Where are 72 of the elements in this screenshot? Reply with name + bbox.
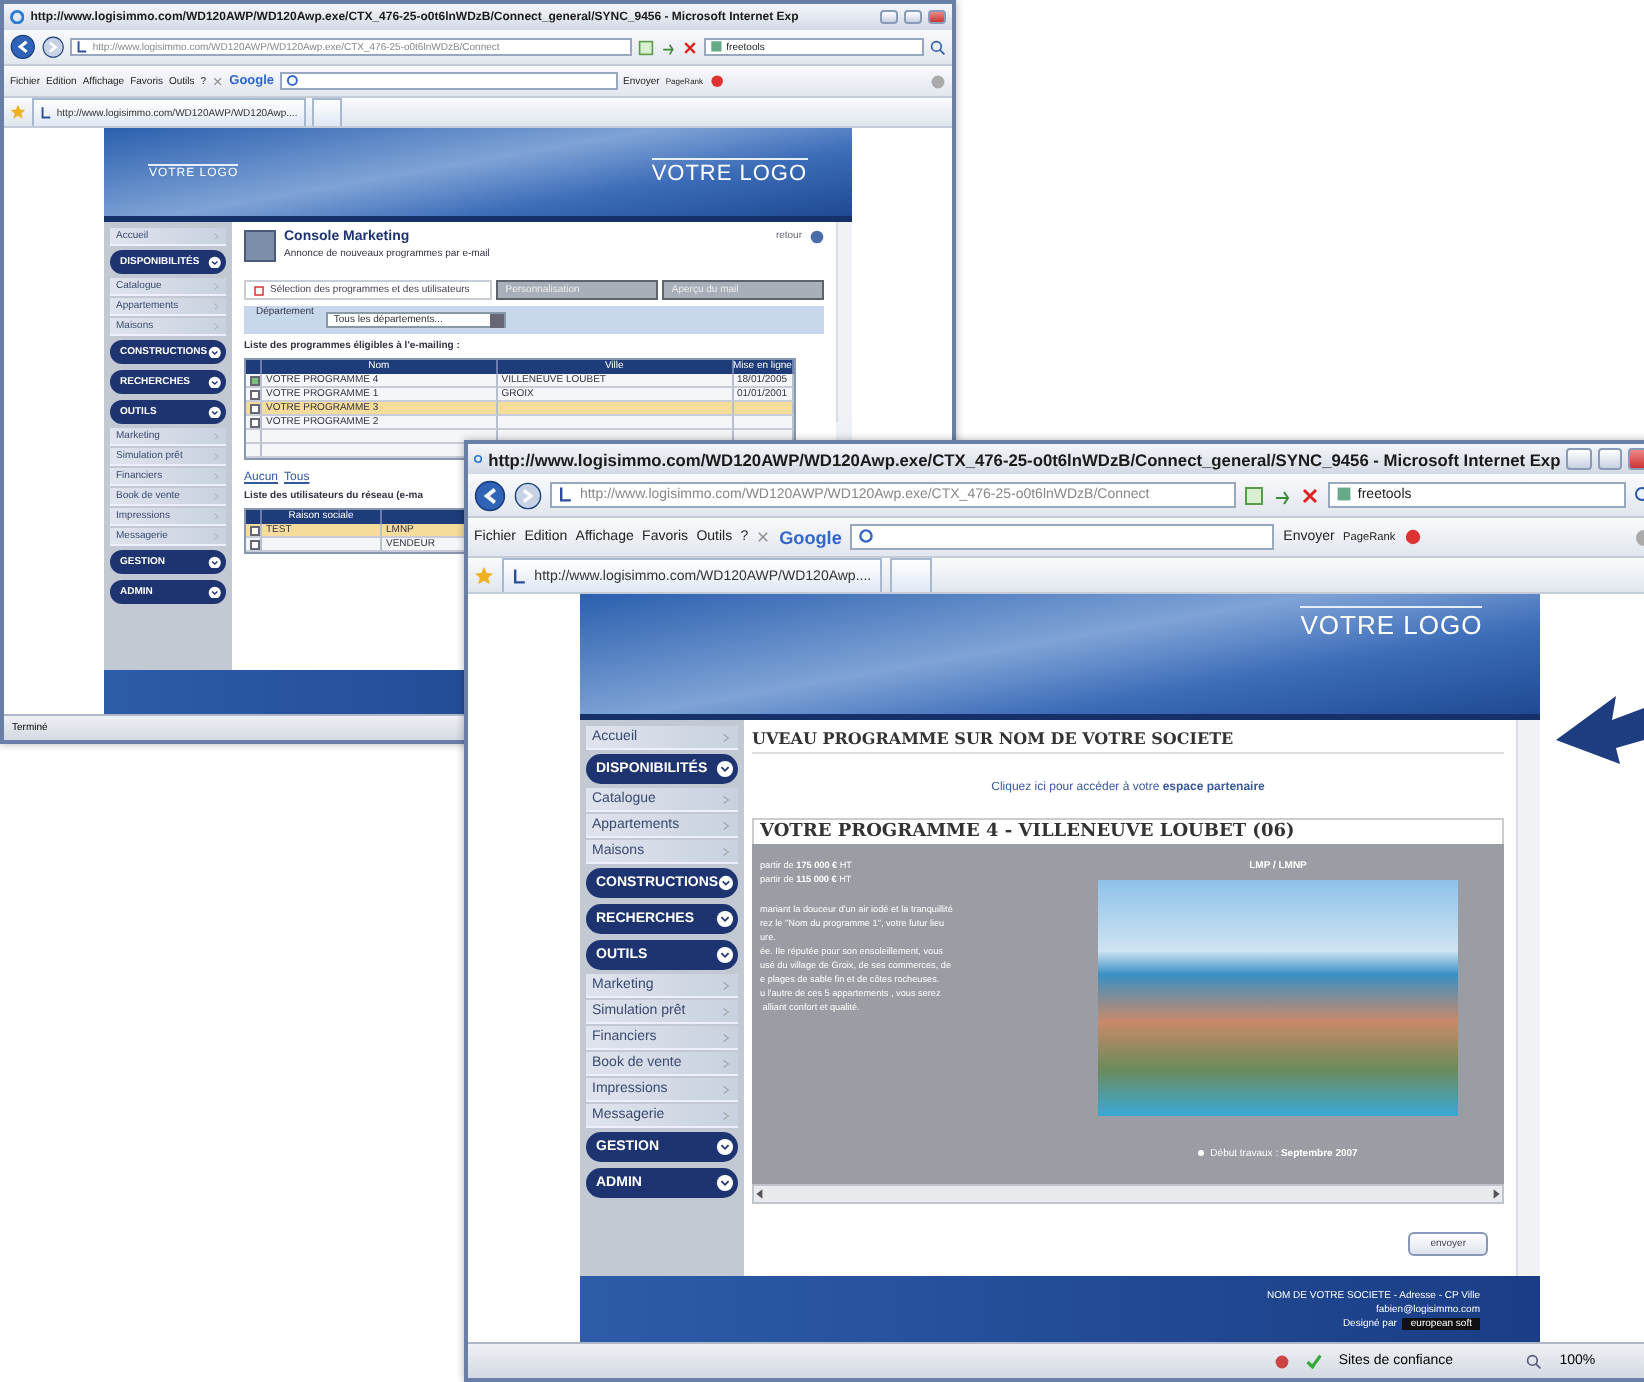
page-icon bbox=[40, 106, 53, 120]
header-cell bbox=[246, 360, 262, 374]
mail-heading: UVEAU PROGRAMME SUR NOM DE VOTRE SOCIETE bbox=[752, 724, 1504, 754]
expand-icon bbox=[208, 555, 222, 569]
expand-icon bbox=[208, 345, 222, 359]
minimize-button[interactable] bbox=[1566, 448, 1592, 470]
google-search-field[interactable] bbox=[850, 523, 1275, 551]
forward-icon[interactable] bbox=[41, 35, 64, 59]
expand-icon bbox=[208, 585, 222, 599]
back-icon[interactable] bbox=[10, 34, 36, 60]
site-logo: VOTRE LOGO bbox=[1300, 606, 1483, 640]
star-icon[interactable] bbox=[10, 104, 26, 120]
checkbox[interactable] bbox=[250, 375, 260, 385]
expand-icon bbox=[718, 874, 734, 892]
expand-icon bbox=[208, 405, 222, 419]
tab-icon bbox=[254, 285, 264, 295]
expand-icon bbox=[208, 375, 222, 389]
dropdown-icon bbox=[489, 313, 504, 327]
expand-icon bbox=[716, 760, 734, 778]
chevron-icon bbox=[720, 1031, 732, 1043]
maximize-button[interactable] bbox=[904, 9, 922, 25]
browser-icon bbox=[10, 9, 25, 25]
expand-icon bbox=[716, 1174, 734, 1192]
check-icon bbox=[1305, 1353, 1322, 1369]
checkbox[interactable] bbox=[250, 539, 260, 549]
checkbox[interactable] bbox=[250, 525, 260, 535]
photo-placeholder bbox=[244, 230, 276, 262]
expand-icon bbox=[716, 910, 734, 928]
chevron-icon bbox=[720, 1083, 732, 1095]
back-icon[interactable] bbox=[474, 479, 506, 511]
page-icon bbox=[75, 40, 89, 54]
close-icon[interactable] bbox=[756, 530, 771, 544]
close-button[interactable] bbox=[928, 9, 946, 25]
chevron-icon bbox=[720, 1109, 732, 1121]
chevron-icon bbox=[720, 731, 732, 743]
right-arrow-icon[interactable] bbox=[1490, 1188, 1502, 1200]
stop-icon[interactable] bbox=[681, 39, 698, 55]
chevron-icon bbox=[720, 1057, 732, 1069]
maximize-button[interactable] bbox=[1597, 448, 1623, 470]
minimize-button[interactable] bbox=[880, 9, 898, 25]
program-title: VOTRE PROGRAMME 4 - VILLENEUVE LOUBET (06) bbox=[752, 818, 1504, 844]
go-icon[interactable] bbox=[659, 39, 676, 55]
chevron-icon bbox=[720, 845, 732, 857]
browser-icon bbox=[474, 450, 483, 468]
chevron-icon bbox=[211, 231, 220, 241]
chevron-icon bbox=[720, 793, 732, 805]
zoom-icon[interactable] bbox=[1526, 1353, 1543, 1369]
google-logo: Google bbox=[779, 527, 842, 547]
site-logo: VOTRE LOGO bbox=[651, 158, 808, 186]
chevron-icon bbox=[720, 979, 732, 991]
chevron-icon bbox=[720, 819, 732, 831]
search-icon[interactable] bbox=[930, 39, 946, 55]
expand-icon bbox=[716, 946, 734, 964]
chevron-icon bbox=[720, 1005, 732, 1017]
forward-icon[interactable] bbox=[514, 481, 543, 509]
toolbar-icon bbox=[709, 40, 723, 54]
toolbar-icon bbox=[1336, 486, 1353, 503]
header-cell bbox=[246, 510, 262, 524]
checkbox[interactable] bbox=[250, 417, 260, 427]
close-icon[interactable] bbox=[212, 75, 224, 87]
star-icon[interactable] bbox=[474, 565, 494, 585]
expand-icon bbox=[716, 1138, 734, 1156]
google-search-field[interactable] bbox=[280, 71, 617, 91]
checkbox[interactable] bbox=[250, 403, 260, 413]
bullet-icon bbox=[1198, 1150, 1205, 1157]
page-icon bbox=[512, 568, 529, 584]
checkbox[interactable] bbox=[250, 389, 260, 399]
stop-icon[interactable] bbox=[1300, 485, 1321, 505]
page-icon bbox=[558, 486, 575, 503]
left-arrow-icon[interactable] bbox=[754, 1188, 766, 1200]
expand-icon bbox=[208, 255, 222, 269]
window-title: http://www.logisimmo.com/WD120AWP/WD120Awp.exe/CTX_476-25-o0t6lnWDzB/Connect_general/SYNC_9456 - Microsoft Internet Exp bbox=[488, 449, 1561, 469]
